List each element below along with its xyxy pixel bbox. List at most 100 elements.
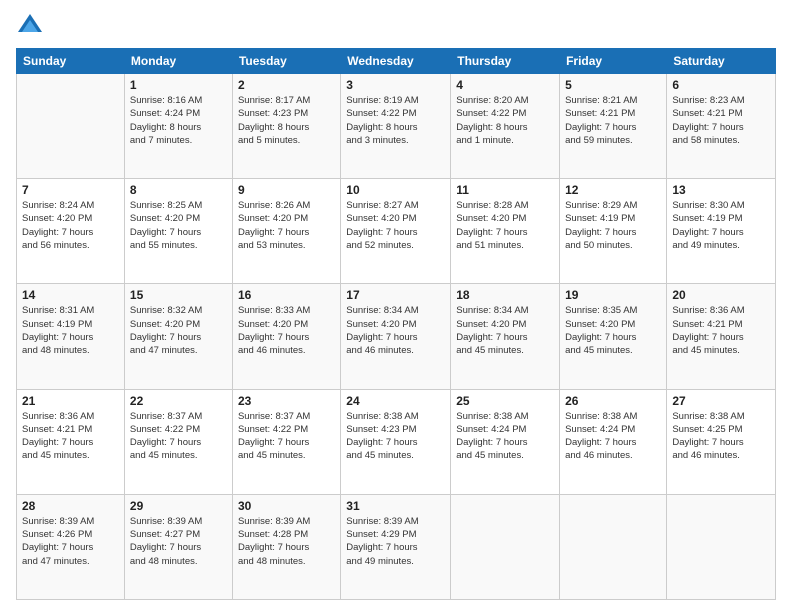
day-cell: 16 Sunrise: 8:33 AM Sunset: 4:20 PM Dayli… (232, 284, 340, 389)
day-cell: 21 Sunrise: 8:36 AM Sunset: 4:21 PM Dayli… (17, 389, 125, 494)
col-header-tuesday: Tuesday (232, 49, 340, 74)
day-cell: 29 Sunrise: 8:39 AM Sunset: 4:27 PM Dayli… (124, 494, 232, 599)
day-cell: 2 Sunrise: 8:17 AM Sunset: 4:23 PM Daylig… (232, 74, 340, 179)
day-number: 11 (456, 183, 554, 197)
day-number: 13 (672, 183, 770, 197)
day-cell: 23 Sunrise: 8:37 AM Sunset: 4:22 PM Dayli… (232, 389, 340, 494)
day-cell: 27 Sunrise: 8:38 AM Sunset: 4:25 PM Dayli… (667, 389, 776, 494)
day-number: 27 (672, 394, 770, 408)
day-info: Sunrise: 8:34 AM Sunset: 4:20 PM Dayligh… (456, 304, 554, 357)
col-header-wednesday: Wednesday (341, 49, 451, 74)
day-number: 29 (130, 499, 227, 513)
day-cell: 30 Sunrise: 8:39 AM Sunset: 4:28 PM Dayli… (232, 494, 340, 599)
day-cell: 10 Sunrise: 8:27 AM Sunset: 4:20 PM Dayli… (341, 179, 451, 284)
day-info: Sunrise: 8:21 AM Sunset: 4:21 PM Dayligh… (565, 94, 661, 147)
day-number: 6 (672, 78, 770, 92)
day-cell: 18 Sunrise: 8:34 AM Sunset: 4:20 PM Dayli… (451, 284, 560, 389)
day-cell: 5 Sunrise: 8:21 AM Sunset: 4:21 PM Daylig… (560, 74, 667, 179)
day-number: 15 (130, 288, 227, 302)
day-info: Sunrise: 8:17 AM Sunset: 4:23 PM Dayligh… (238, 94, 335, 147)
header (16, 12, 776, 40)
day-cell: 17 Sunrise: 8:34 AM Sunset: 4:20 PM Dayli… (341, 284, 451, 389)
day-cell: 4Sunrise: 8:20 AM Sunset: 4:22 PM Daylig… (451, 74, 560, 179)
day-number: 3 (346, 78, 445, 92)
day-number: 25 (456, 394, 554, 408)
day-info: Sunrise: 8:37 AM Sunset: 4:22 PM Dayligh… (130, 410, 227, 463)
day-cell: 8 Sunrise: 8:25 AM Sunset: 4:20 PM Daylig… (124, 179, 232, 284)
col-header-thursday: Thursday (451, 49, 560, 74)
day-number: 5 (565, 78, 661, 92)
day-number: 18 (456, 288, 554, 302)
day-cell: 22Sunrise: 8:37 AM Sunset: 4:22 PM Dayli… (124, 389, 232, 494)
day-number: 21 (22, 394, 119, 408)
day-info: Sunrise: 8:30 AM Sunset: 4:19 PM Dayligh… (672, 199, 770, 252)
day-info: Sunrise: 8:32 AM Sunset: 4:20 PM Dayligh… (130, 304, 227, 357)
day-info: Sunrise: 8:29 AM Sunset: 4:19 PM Dayligh… (565, 199, 661, 252)
day-number: 19 (565, 288, 661, 302)
day-number: 26 (565, 394, 661, 408)
day-number: 12 (565, 183, 661, 197)
day-cell: 1Sunrise: 8:16 AM Sunset: 4:24 PM Daylig… (124, 74, 232, 179)
day-info: Sunrise: 8:28 AM Sunset: 4:20 PM Dayligh… (456, 199, 554, 252)
logo (16, 12, 48, 40)
day-info: Sunrise: 8:35 AM Sunset: 4:20 PM Dayligh… (565, 304, 661, 357)
day-number: 30 (238, 499, 335, 513)
day-info: Sunrise: 8:39 AM Sunset: 4:29 PM Dayligh… (346, 515, 445, 568)
day-info: Sunrise: 8:33 AM Sunset: 4:20 PM Dayligh… (238, 304, 335, 357)
day-info: Sunrise: 8:23 AM Sunset: 4:21 PM Dayligh… (672, 94, 770, 147)
day-cell: 26Sunrise: 8:38 AM Sunset: 4:24 PM Dayli… (560, 389, 667, 494)
day-info: Sunrise: 8:39 AM Sunset: 4:27 PM Dayligh… (130, 515, 227, 568)
day-cell: 9Sunrise: 8:26 AM Sunset: 4:20 PM Daylig… (232, 179, 340, 284)
day-cell: 3 Sunrise: 8:19 AM Sunset: 4:22 PM Daylig… (341, 74, 451, 179)
day-info: Sunrise: 8:36 AM Sunset: 4:21 PM Dayligh… (22, 410, 119, 463)
day-info: Sunrise: 8:36 AM Sunset: 4:21 PM Dayligh… (672, 304, 770, 357)
day-info: Sunrise: 8:39 AM Sunset: 4:28 PM Dayligh… (238, 515, 335, 568)
day-cell: 19 Sunrise: 8:35 AM Sunset: 4:20 PM Dayli… (560, 284, 667, 389)
day-info: Sunrise: 8:38 AM Sunset: 4:25 PM Dayligh… (672, 410, 770, 463)
week-row-1: 1Sunrise: 8:16 AM Sunset: 4:24 PM Daylig… (17, 74, 776, 179)
week-row-5: 28 Sunrise: 8:39 AM Sunset: 4:26 PM Dayli… (17, 494, 776, 599)
day-number: 14 (22, 288, 119, 302)
day-cell: 12 Sunrise: 8:29 AM Sunset: 4:19 PM Dayli… (560, 179, 667, 284)
day-info: Sunrise: 8:38 AM Sunset: 4:23 PM Dayligh… (346, 410, 445, 463)
col-header-friday: Friday (560, 49, 667, 74)
day-info: Sunrise: 8:38 AM Sunset: 4:24 PM Dayligh… (456, 410, 554, 463)
day-number: 4 (456, 78, 554, 92)
day-number: 7 (22, 183, 119, 197)
day-number: 8 (130, 183, 227, 197)
week-row-2: 7Sunrise: 8:24 AM Sunset: 4:20 PM Daylig… (17, 179, 776, 284)
day-info: Sunrise: 8:25 AM Sunset: 4:20 PM Dayligh… (130, 199, 227, 252)
day-number: 20 (672, 288, 770, 302)
day-info: Sunrise: 8:37 AM Sunset: 4:22 PM Dayligh… (238, 410, 335, 463)
day-cell: 7Sunrise: 8:24 AM Sunset: 4:20 PM Daylig… (17, 179, 125, 284)
week-row-3: 14 Sunrise: 8:31 AM Sunset: 4:19 PM Dayli… (17, 284, 776, 389)
day-number: 24 (346, 394, 445, 408)
day-cell: 15 Sunrise: 8:32 AM Sunset: 4:20 PM Dayli… (124, 284, 232, 389)
day-cell: 20 Sunrise: 8:36 AM Sunset: 4:21 PM Dayli… (667, 284, 776, 389)
col-header-saturday: Saturday (667, 49, 776, 74)
day-info: Sunrise: 8:39 AM Sunset: 4:26 PM Dayligh… (22, 515, 119, 568)
day-cell (667, 494, 776, 599)
col-header-sunday: Sunday (17, 49, 125, 74)
day-number: 28 (22, 499, 119, 513)
day-cell (560, 494, 667, 599)
day-number: 16 (238, 288, 335, 302)
day-number: 23 (238, 394, 335, 408)
day-number: 9 (238, 183, 335, 197)
day-number: 10 (346, 183, 445, 197)
day-cell: 24 Sunrise: 8:38 AM Sunset: 4:23 PM Dayli… (341, 389, 451, 494)
day-info: Sunrise: 8:34 AM Sunset: 4:20 PM Dayligh… (346, 304, 445, 357)
day-cell: 31 Sunrise: 8:39 AM Sunset: 4:29 PM Dayli… (341, 494, 451, 599)
day-number: 31 (346, 499, 445, 513)
day-cell: 25 Sunrise: 8:38 AM Sunset: 4:24 PM Dayli… (451, 389, 560, 494)
day-cell: 28 Sunrise: 8:39 AM Sunset: 4:26 PM Dayli… (17, 494, 125, 599)
day-cell: 13 Sunrise: 8:30 AM Sunset: 4:19 PM Dayli… (667, 179, 776, 284)
day-number: 2 (238, 78, 335, 92)
day-info: Sunrise: 8:27 AM Sunset: 4:20 PM Dayligh… (346, 199, 445, 252)
day-info: Sunrise: 8:31 AM Sunset: 4:19 PM Dayligh… (22, 304, 119, 357)
day-number: 17 (346, 288, 445, 302)
day-cell: 14 Sunrise: 8:31 AM Sunset: 4:19 PM Dayli… (17, 284, 125, 389)
day-cell (17, 74, 125, 179)
day-info: Sunrise: 8:19 AM Sunset: 4:22 PM Dayligh… (346, 94, 445, 147)
calendar-table: SundayMondayTuesdayWednesdayThursdayFrid… (16, 48, 776, 600)
